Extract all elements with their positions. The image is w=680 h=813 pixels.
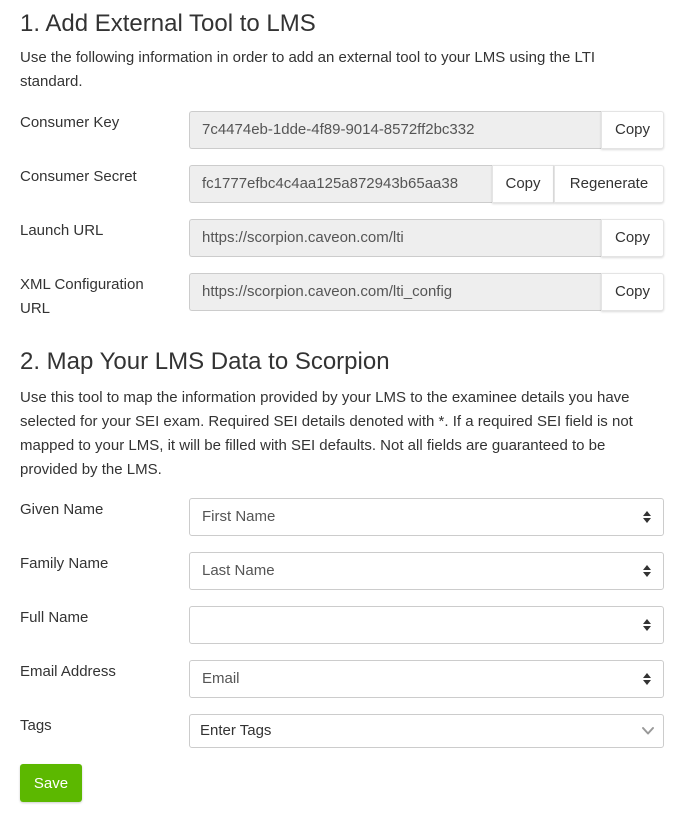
save-button[interactable]: Save bbox=[20, 764, 82, 802]
given-name-select[interactable]: First Name bbox=[189, 498, 664, 536]
email-label: Email Address bbox=[20, 663, 116, 680]
family-name-label: Family Name bbox=[20, 555, 109, 572]
sort-caret-icon bbox=[643, 619, 651, 631]
section-title-map-data: 2. Map Your LMS Data to Scorpion bbox=[20, 348, 390, 375]
xml-config-label: XML Configuration URL bbox=[20, 273, 185, 321]
xml-config-field[interactable]: https://scorpion.caveon.com/lti_config bbox=[189, 273, 601, 311]
xml-config-group: https://scorpion.caveon.com/lti_config C… bbox=[189, 273, 664, 311]
tags-placeholder: Enter Tags bbox=[200, 722, 272, 739]
xml-config-label-line1: XML Configuration bbox=[20, 276, 144, 293]
full-name-label: Full Name bbox=[20, 609, 89, 626]
regenerate-secret-button[interactable]: Regenerate bbox=[554, 165, 664, 203]
xml-config-copy-button[interactable]: Copy bbox=[601, 273, 664, 311]
section-description-map-data: Use this tool to map the information pro… bbox=[20, 389, 633, 478]
given-name-label: Given Name bbox=[20, 501, 104, 518]
family-name-selected-value: Last Name bbox=[202, 562, 275, 579]
consumer-secret-group: fc1777efbc4c4aa125a872943b65aa38 Copy Re… bbox=[189, 165, 664, 203]
given-name-selected-value: First Name bbox=[202, 508, 276, 525]
consumer-key-field[interactable]: 7c4474eb-1dde-4f89-9014-8572ff2bc332 bbox=[189, 111, 601, 149]
launch-url-field[interactable]: https://scorpion.caveon.com/lti bbox=[189, 219, 601, 257]
full-name-select[interactable] bbox=[189, 606, 664, 644]
section-title-add-tool: 1. Add External Tool to LMS bbox=[20, 10, 316, 37]
tags-label: Tags bbox=[20, 717, 52, 734]
tags-input[interactable]: Enter Tags bbox=[189, 714, 664, 748]
chevron-down-icon[interactable] bbox=[641, 724, 655, 738]
email-selected-value: Email bbox=[202, 670, 240, 687]
launch-url-group: https://scorpion.caveon.com/lti Copy bbox=[189, 219, 664, 257]
sort-caret-icon bbox=[643, 511, 651, 523]
consumer-secret-copy-button[interactable]: Copy bbox=[492, 165, 554, 203]
sort-caret-icon bbox=[643, 673, 651, 685]
consumer-key-group: 7c4474eb-1dde-4f89-9014-8572ff2bc332 Cop… bbox=[189, 111, 664, 149]
launch-url-label: Launch URL bbox=[20, 222, 104, 239]
section-description-add-tool: Use the following information in order t… bbox=[20, 49, 596, 90]
family-name-select[interactable]: Last Name bbox=[189, 552, 664, 590]
launch-url-copy-button[interactable]: Copy bbox=[601, 219, 664, 257]
email-select[interactable]: Email bbox=[189, 660, 664, 698]
sort-caret-icon bbox=[643, 565, 651, 577]
consumer-secret-label: Consumer Secret bbox=[20, 168, 137, 185]
xml-config-label-line2: URL bbox=[20, 300, 51, 317]
consumer-key-label: Consumer Key bbox=[20, 114, 120, 131]
consumer-secret-field[interactable]: fc1777efbc4c4aa125a872943b65aa38 bbox=[189, 165, 492, 203]
consumer-key-copy-button[interactable]: Copy bbox=[601, 111, 664, 149]
